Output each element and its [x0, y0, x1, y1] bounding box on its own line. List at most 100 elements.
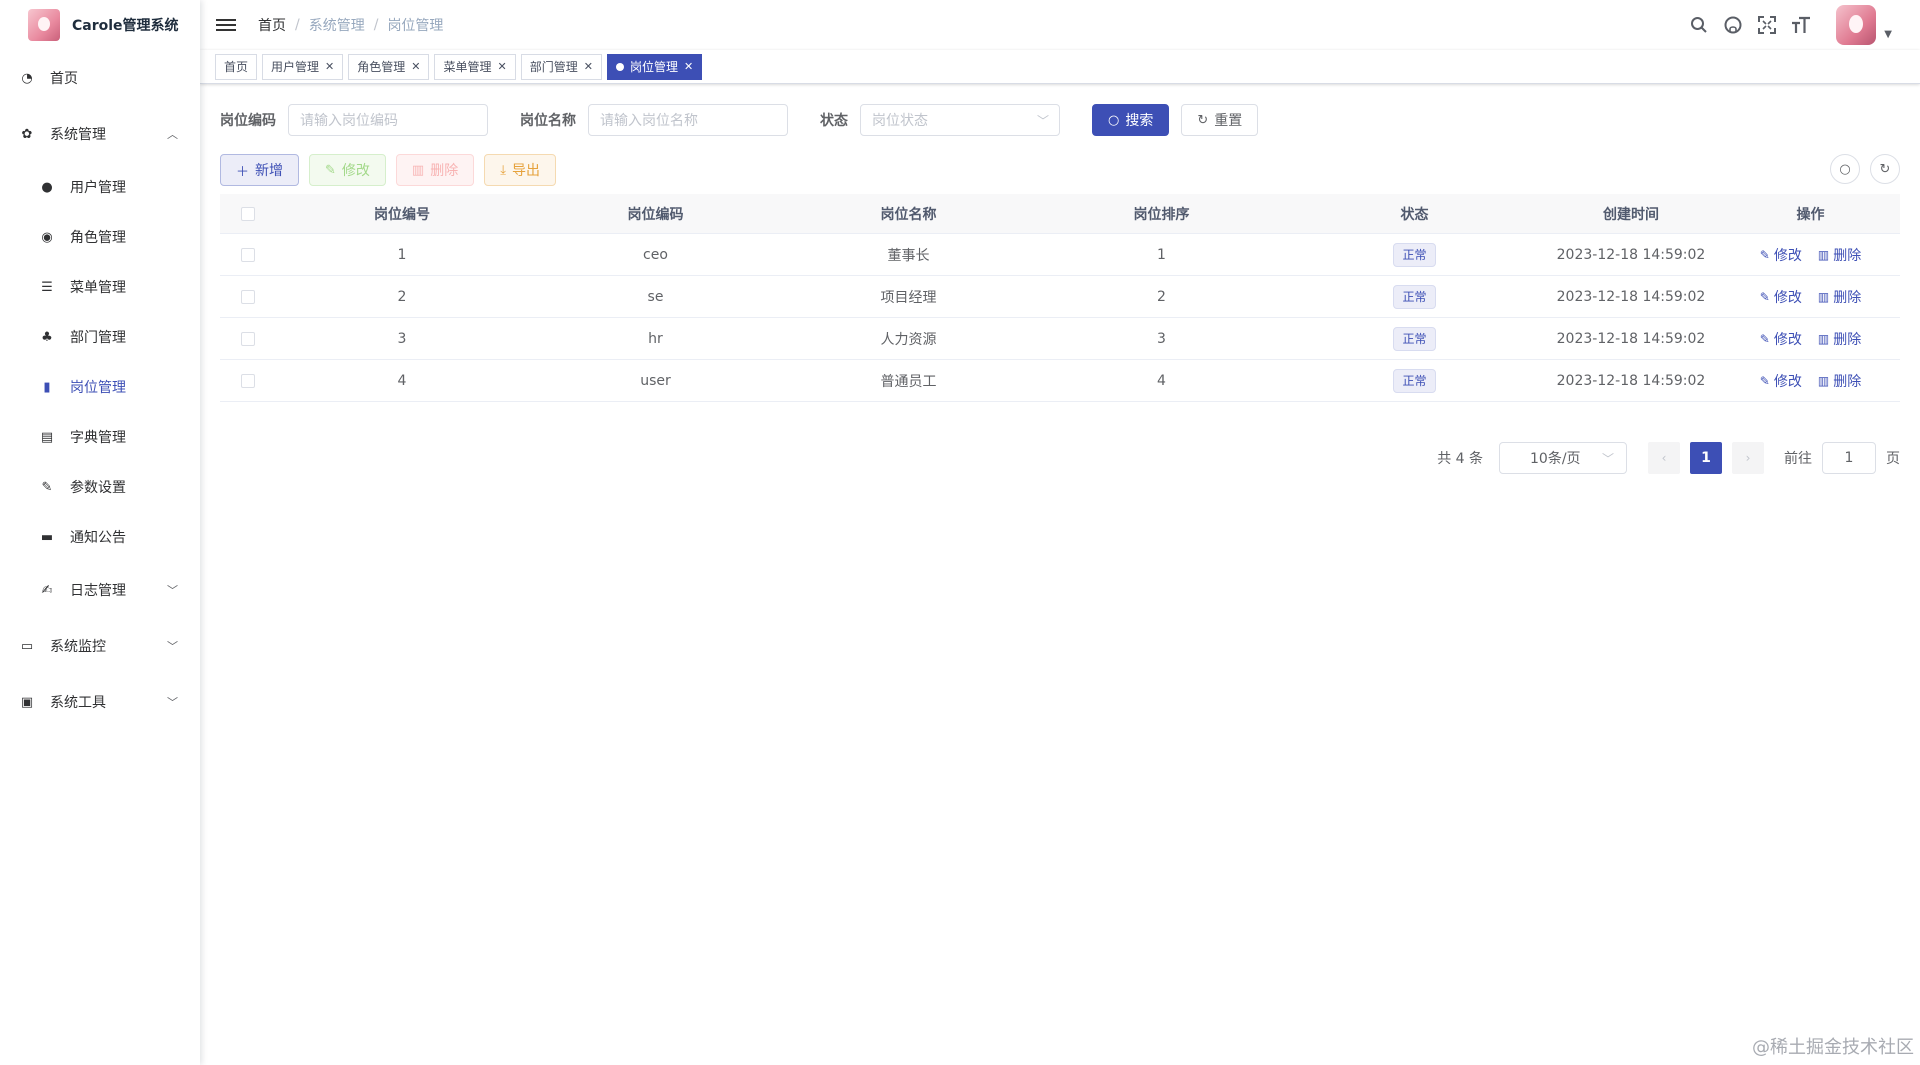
row-edit-link[interactable]: ✎ 修改: [1760, 371, 1802, 391]
row-delete-link[interactable]: ▥ 删除: [1818, 329, 1861, 349]
pagination: 共 4 条 10条/页 ﹀ ‹ 1 › 前往 1 页: [220, 442, 1900, 474]
right-toolbar: ○ ↻: [1820, 154, 1900, 184]
fullscreen-icon[interactable]: [1756, 14, 1778, 36]
sidebar-item-label: 系统工具: [50, 695, 106, 711]
cell-id: 1: [397, 246, 407, 263]
cell-code: ceo: [643, 246, 668, 263]
caret-down-icon[interactable]: ▼: [1884, 29, 1892, 40]
tag-label: 部门管理: [529, 59, 578, 74]
tag-post[interactable]: 岗位管理 ✕: [606, 53, 703, 80]
cell-sort: 4: [1157, 372, 1166, 389]
row-edit-link[interactable]: ✎ 修改: [1760, 329, 1802, 349]
export-button[interactable]: ⤓ 导出: [484, 154, 556, 186]
tag-label: 首页: [224, 59, 249, 74]
hamburger-icon[interactable]: [216, 15, 236, 35]
sidebar-item-post[interactable]: ▮ 岗位管理: [0, 362, 200, 412]
post-code-label: 岗位编码: [220, 113, 276, 129]
page-jumper: 前往 1 页: [1784, 442, 1900, 474]
sidebar-item-config[interactable]: ✎ 参数设置: [0, 462, 200, 512]
table-row: 3 hr 人力资源 3 正常 2023-12-18 14:59:02 ✎ 修改 ▥…: [220, 318, 1900, 360]
status-badge: 正常: [1393, 284, 1436, 309]
edit-button[interactable]: ✎ 修改: [309, 154, 386, 186]
sidebar-item-dept[interactable]: ♣ 部门管理: [0, 312, 200, 362]
navbar-right: ▼: [1676, 0, 1892, 50]
sidebar-item-label: 字典管理: [70, 430, 126, 446]
github-icon[interactable]: [1722, 14, 1744, 36]
status-badge: 正常: [1393, 368, 1436, 393]
chevron-down-icon: ﹀: [1036, 113, 1049, 128]
chevron-right-icon: ›: [1745, 451, 1751, 465]
avatar[interactable]: [1836, 5, 1877, 45]
sidebar-item-tool[interactable]: ▣ 系统工具 ﹀: [0, 674, 200, 730]
row-delete-link[interactable]: ▥ 删除: [1818, 371, 1861, 391]
sidebar-item-home[interactable]: ◔ 首页: [0, 50, 200, 106]
toggle-search-button[interactable]: ○: [1830, 154, 1860, 184]
sidebar-item-log[interactable]: ✍ 日志管理 ﹀: [0, 562, 200, 618]
sidebar-item-role[interactable]: ◉ 角色管理: [0, 212, 200, 262]
post-name-input[interactable]: 请输入岗位名称: [588, 104, 788, 136]
cell-actions: ✎ 修改 ▥ 删除: [1721, 371, 1900, 391]
row-checkbox[interactable]: [220, 247, 275, 262]
post-code-input[interactable]: 请输入岗位编码: [288, 104, 488, 136]
close-icon[interactable]: ✕: [498, 55, 507, 79]
font-size-icon[interactable]: [1790, 14, 1812, 36]
tag-role[interactable]: 角色管理 ✕: [348, 53, 430, 80]
sidebar-item-system[interactable]: ✿ 系统管理 ︿: [0, 106, 200, 162]
sidebar-item-label: 通知公告: [70, 530, 126, 546]
prev-page-button[interactable]: ‹: [1648, 442, 1680, 474]
cell-time: 2023-12-18 14:59:02: [1556, 246, 1706, 263]
close-icon[interactable]: ✕: [325, 55, 334, 79]
app-title: Carole管理系统: [72, 18, 179, 34]
cell-status: 正常: [1288, 326, 1541, 351]
tag-menu[interactable]: 菜单管理 ✕: [434, 53, 516, 80]
logo[interactable]: Carole管理系统: [0, 0, 200, 50]
sidebar-item-notice[interactable]: ▬ 通知公告: [0, 512, 200, 562]
row-edit-link[interactable]: ✎ 修改: [1760, 287, 1802, 307]
button-label: 删除: [430, 163, 459, 179]
goto-page-input[interactable]: 1: [1822, 442, 1876, 474]
link-label: 删除: [1833, 247, 1862, 264]
row-checkbox[interactable]: [220, 373, 275, 388]
row-edit-link[interactable]: ✎ 修改: [1760, 245, 1802, 265]
tag-user[interactable]: 用户管理 ✕: [262, 53, 344, 80]
delete-button[interactable]: ▥ 删除: [395, 154, 475, 186]
sidebar-item-monitor[interactable]: ▭ 系统监控 ﹀: [0, 618, 200, 674]
next-page-button[interactable]: ›: [1732, 442, 1764, 474]
active-dot-icon: [615, 62, 624, 71]
edit-icon: ✎: [1759, 247, 1770, 262]
row-delete-link[interactable]: ▥ 删除: [1818, 245, 1861, 265]
add-button[interactable]: ＋ 新增: [220, 154, 300, 186]
sidebar-item-dict[interactable]: ▤ 字典管理: [0, 412, 200, 462]
sidebar-item-user[interactable]: ● 用户管理: [0, 162, 200, 212]
page-size-select[interactable]: 10条/页 ﹀: [1499, 442, 1627, 474]
close-icon[interactable]: ✕: [684, 55, 693, 79]
page-number-button[interactable]: 1: [1690, 442, 1722, 474]
reset-button[interactable]: ↻ 重置: [1181, 104, 1259, 136]
status-select[interactable]: 岗位状态 ﹀: [860, 104, 1060, 136]
close-icon[interactable]: ✕: [584, 55, 593, 79]
dashboard-icon: ◔: [21, 70, 33, 86]
cell-name: 项目经理: [880, 289, 937, 306]
chevron-up-icon: ︿: [167, 128, 178, 141]
tag-home[interactable]: 首页: [215, 53, 258, 80]
row-delete-link[interactable]: ▥ 删除: [1818, 287, 1861, 307]
sidebar-item-menu[interactable]: ☰ 菜单管理: [0, 262, 200, 312]
breadcrumb-home[interactable]: 首页: [258, 15, 286, 35]
search-icon[interactable]: [1688, 14, 1710, 36]
link-label: 修改: [1773, 331, 1802, 348]
sidebar-item-label: 菜单管理: [70, 280, 126, 296]
refresh-button[interactable]: ↻: [1870, 154, 1900, 184]
row-checkbox[interactable]: [220, 331, 275, 346]
cell-name: 董事长: [887, 247, 930, 264]
breadcrumb: 首页 / 系统管理 / 岗位管理: [258, 15, 443, 35]
cell-code: se: [647, 288, 664, 305]
users-icon: ◉: [41, 229, 53, 245]
tag-label: 用户管理: [271, 59, 320, 74]
row-checkbox[interactable]: [220, 289, 275, 304]
goto-label: 前往: [1784, 451, 1812, 467]
tag-dept[interactable]: 部门管理 ✕: [520, 53, 602, 80]
select-all-checkbox[interactable]: [220, 206, 275, 221]
close-icon[interactable]: ✕: [411, 55, 420, 79]
sidebar-item-label: 系统监控: [50, 639, 106, 655]
search-button[interactable]: ○ 搜索: [1092, 104, 1170, 136]
